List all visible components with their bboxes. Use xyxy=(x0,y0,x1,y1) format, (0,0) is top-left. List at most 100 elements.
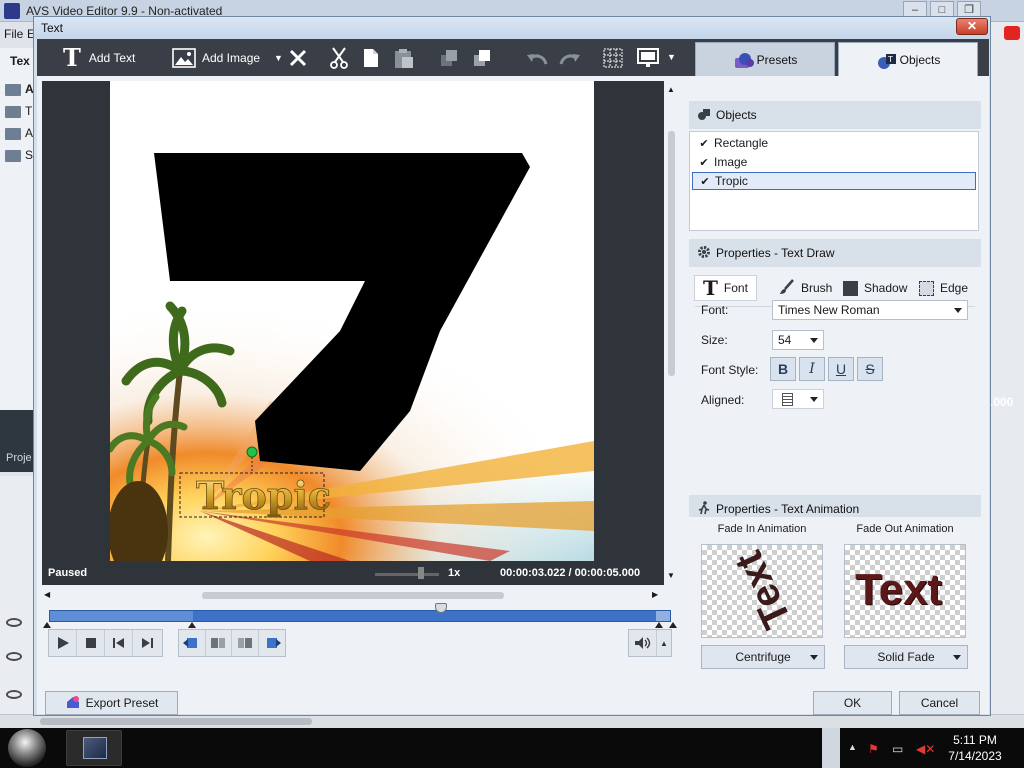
play-button[interactable] xyxy=(49,630,77,656)
delete-icon[interactable] xyxy=(287,47,309,69)
paste-icon[interactable] xyxy=(393,47,415,69)
go-to-fade-in-button[interactable] xyxy=(179,630,206,656)
ok-button[interactable]: OK xyxy=(813,691,892,715)
tray-clock[interactable]: 5:11 PM 7/14/2023 xyxy=(940,732,1010,764)
show-hidden-icons-icon[interactable]: ▲ xyxy=(848,742,857,752)
dialog-titlebar[interactable]: Text ✕ xyxy=(34,17,990,39)
fade-out-segment-button[interactable] xyxy=(232,630,259,656)
send-backward-icon[interactable] xyxy=(471,47,493,69)
fade-in-segment-button[interactable] xyxy=(206,630,233,656)
canvas-text-object[interactable]: Tropic xyxy=(196,473,332,519)
chevron-down-icon[interactable]: ▼ xyxy=(274,53,283,63)
next-frame-button[interactable] xyxy=(133,630,161,656)
preview-vertical-scrollbar[interactable]: ▲ ▼ xyxy=(665,81,677,585)
subtab-shadow[interactable]: Shadow xyxy=(843,275,907,301)
underline-button[interactable]: U xyxy=(828,357,854,381)
stop-button[interactable] xyxy=(77,630,105,656)
font-select[interactable]: Times New Roman xyxy=(772,300,968,320)
subtab-brush[interactable]: Brush xyxy=(779,275,832,301)
list-item[interactable]: ✔ Rectangle xyxy=(692,134,976,152)
fade-in-marker[interactable] xyxy=(188,622,196,628)
list-item[interactable]: ✔ Image xyxy=(692,153,976,171)
scroll-right-icon[interactable]: ▶ xyxy=(652,590,658,599)
taskbar-app-button[interactable] xyxy=(66,730,122,766)
background-horizontal-scrollbar[interactable] xyxy=(0,714,1024,728)
monitor-icon[interactable] xyxy=(637,47,659,69)
italic-button[interactable]: I xyxy=(799,357,825,381)
scroll-down-icon[interactable]: ▼ xyxy=(667,571,675,580)
list-item-selected[interactable]: ✔ Tropic xyxy=(692,172,976,190)
tray-scroll[interactable] xyxy=(822,728,840,768)
size-select[interactable]: 54 xyxy=(772,330,824,350)
bold-button[interactable]: B xyxy=(770,357,796,381)
checkmark-icon[interactable]: ✔ xyxy=(697,175,713,188)
go-to-fade-out-button[interactable] xyxy=(259,630,285,656)
youtube-icon[interactable] xyxy=(1004,26,1020,40)
object-label: Tropic xyxy=(715,174,748,188)
fade-in-preview-text: Text xyxy=(726,544,800,635)
eye-icon[interactable] xyxy=(6,618,22,627)
cut-icon[interactable] xyxy=(328,47,350,69)
cancel-button[interactable]: Cancel xyxy=(899,691,980,715)
export-preset-button[interactable]: Export Preset xyxy=(45,691,178,715)
redo-icon[interactable] xyxy=(559,47,581,69)
timeline-end-marker[interactable] xyxy=(669,622,677,628)
scrollbar-thumb[interactable] xyxy=(668,131,675,376)
fade-out-preview[interactable]: Text xyxy=(844,544,966,638)
previous-frame-button[interactable] xyxy=(105,630,133,656)
speed-slider-thumb[interactable] xyxy=(418,567,424,579)
export-preset-icon xyxy=(65,695,81,712)
eye-icon[interactable] xyxy=(6,690,22,699)
background-side-tab[interactable]: Tex xyxy=(10,54,30,68)
scroll-up-icon[interactable]: ▲ xyxy=(667,85,675,94)
fade-in-select[interactable]: Centrifuge xyxy=(701,645,825,669)
copy-icon[interactable] xyxy=(360,47,382,69)
eye-icon[interactable] xyxy=(6,652,22,661)
menu-file[interactable]: File xyxy=(4,27,23,41)
folder-label[interactable]: S xyxy=(25,148,33,162)
volume-up-icon[interactable]: ▲ xyxy=(657,630,671,656)
fade-out-label: Fade Out Animation xyxy=(856,523,954,535)
video-preview-area: Tropic Paused 1x 00:00:03.022 / 00:00:05… xyxy=(42,81,664,585)
tab-objects[interactable]: T Objects xyxy=(838,42,978,76)
chevron-down-icon[interactable]: ▼ xyxy=(667,52,676,62)
export-preset-label: Export Preset xyxy=(85,696,159,710)
preview-canvas[interactable]: Tropic xyxy=(110,81,594,561)
add-text-button[interactable]: T Add Text xyxy=(63,39,135,76)
strikethrough-button[interactable]: S xyxy=(857,357,883,381)
background-project-label[interactable]: Proje xyxy=(6,452,32,464)
action-center-icon[interactable]: ⚑ xyxy=(868,742,879,756)
network-icon[interactable]: ▭ xyxy=(892,742,903,756)
volume-muted-icon[interactable]: ◀✕ xyxy=(916,742,935,756)
tab-objects-label: Objects xyxy=(899,52,941,67)
object-label: Image xyxy=(714,155,748,169)
alignment-select[interactable] xyxy=(772,389,824,409)
scroll-left-icon[interactable]: ◀ xyxy=(44,590,50,599)
preview-horizontal-scrollbar[interactable]: ◀ ▶ xyxy=(42,590,664,602)
close-icon[interactable]: ✕ xyxy=(956,18,988,35)
folder-label[interactable]: A xyxy=(25,126,33,140)
add-image-button[interactable]: Add Image ▼ xyxy=(172,39,283,76)
subtab-font[interactable]: T Font xyxy=(694,275,757,301)
scrollbar-thumb[interactable] xyxy=(40,718,312,725)
chevron-down-icon xyxy=(954,308,962,313)
playback-status: Paused xyxy=(48,567,88,579)
checkmark-icon[interactable]: ✔ xyxy=(696,156,712,169)
tab-presets[interactable]: Presets xyxy=(695,42,835,76)
subtab-edge[interactable]: Edge xyxy=(919,275,968,301)
folder-label[interactable]: T xyxy=(25,104,32,118)
dialog-title: Text xyxy=(41,21,64,35)
bring-forward-icon[interactable] xyxy=(438,47,460,69)
speed-slider[interactable] xyxy=(375,573,439,576)
fade-out-select[interactable]: Solid Fade xyxy=(844,645,968,669)
grid-icon[interactable] xyxy=(602,47,624,69)
fade-in-preview[interactable]: Text xyxy=(701,544,823,638)
fade-out-marker[interactable] xyxy=(655,622,663,628)
volume-icon[interactable] xyxy=(629,630,657,656)
timeline-track[interactable] xyxy=(49,610,671,622)
checkmark-icon[interactable]: ✔ xyxy=(696,137,712,150)
start-button[interactable] xyxy=(8,729,46,767)
undo-icon[interactable] xyxy=(526,47,548,69)
scrollbar-thumb[interactable] xyxy=(202,592,504,599)
timeline-start-marker[interactable] xyxy=(43,622,51,628)
